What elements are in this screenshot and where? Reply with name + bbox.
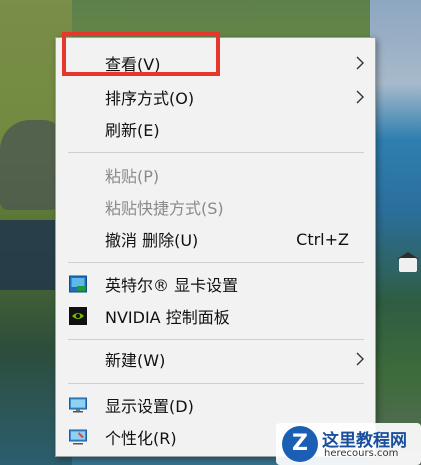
menu-item-view[interactable]: 查看(V) <box>56 47 375 79</box>
menu-item-label: 显示设置(D) <box>105 397 194 416</box>
chevron-right-icon <box>356 90 364 104</box>
menu-item-nvidia-control-panel[interactable]: NVIDIA 控制面板 <box>56 300 375 332</box>
menu-item-label: 粘贴(P) <box>105 167 160 186</box>
menu-item-label: 个性化(R) <box>105 429 177 448</box>
menu-separator <box>68 339 364 340</box>
menu-item-paste: 粘贴(P) <box>56 159 375 191</box>
menu-item-label: 撤消 删除(U) <box>105 231 199 250</box>
monitor-icon <box>69 397 87 413</box>
menu-item-label: 查看(V) <box>105 55 161 74</box>
menu-item-label: 排序方式(O) <box>105 89 195 108</box>
menu-item-paste-shortcut: 粘贴快捷方式(S) <box>56 191 375 223</box>
menu-separator <box>68 262 364 263</box>
menu-item-display-settings[interactable]: 显示设置(D) <box>56 389 375 421</box>
wallpaper-right-shore <box>370 0 421 465</box>
nvidia-icon <box>69 307 87 325</box>
menu-item-sort-by[interactable]: 排序方式(O) <box>56 81 375 113</box>
watermark-url: herecours.com <box>324 448 399 459</box>
wallpaper-house <box>399 258 417 272</box>
menu-item-label: 新建(W) <box>105 351 166 370</box>
chevron-right-icon <box>356 56 364 70</box>
menu-item-refresh[interactable]: 刷新(E) <box>56 113 375 145</box>
menu-item-intel-graphics[interactable]: 英特尔® 显卡设置 <box>56 268 375 300</box>
watermark-logo-letter: Z <box>292 431 308 456</box>
intel-graphics-icon <box>69 275 87 293</box>
wallpaper-shadow <box>0 220 55 290</box>
site-watermark: Z 这里教程网 herecours.com <box>276 423 421 465</box>
menu-item-undo-delete[interactable]: 撤消 删除(U) Ctrl+Z <box>56 223 375 255</box>
wallpaper-rock <box>0 120 62 210</box>
menu-item-label: 英特尔® 显卡设置 <box>105 276 239 295</box>
menu-separator <box>68 383 364 384</box>
menu-item-new[interactable]: 新建(W) <box>56 343 375 375</box>
personalize-icon <box>69 429 87 445</box>
desktop-background: 查看(V) 排序方式(O) 刷新(E) 粘贴(P) 粘贴快捷方式(S) 撤消 删… <box>0 0 421 465</box>
chevron-right-icon <box>356 352 364 366</box>
menu-item-label: 刷新(E) <box>105 121 160 140</box>
menu-item-label: 粘贴快捷方式(S) <box>105 199 224 218</box>
menu-item-label: NVIDIA 控制面板 <box>105 308 230 327</box>
menu-separator <box>68 152 364 153</box>
shortcut-text: Ctrl+Z <box>296 229 349 249</box>
desktop-context-menu: 查看(V) 排序方式(O) 刷新(E) 粘贴(P) 粘贴快捷方式(S) 撤消 删… <box>55 37 376 457</box>
